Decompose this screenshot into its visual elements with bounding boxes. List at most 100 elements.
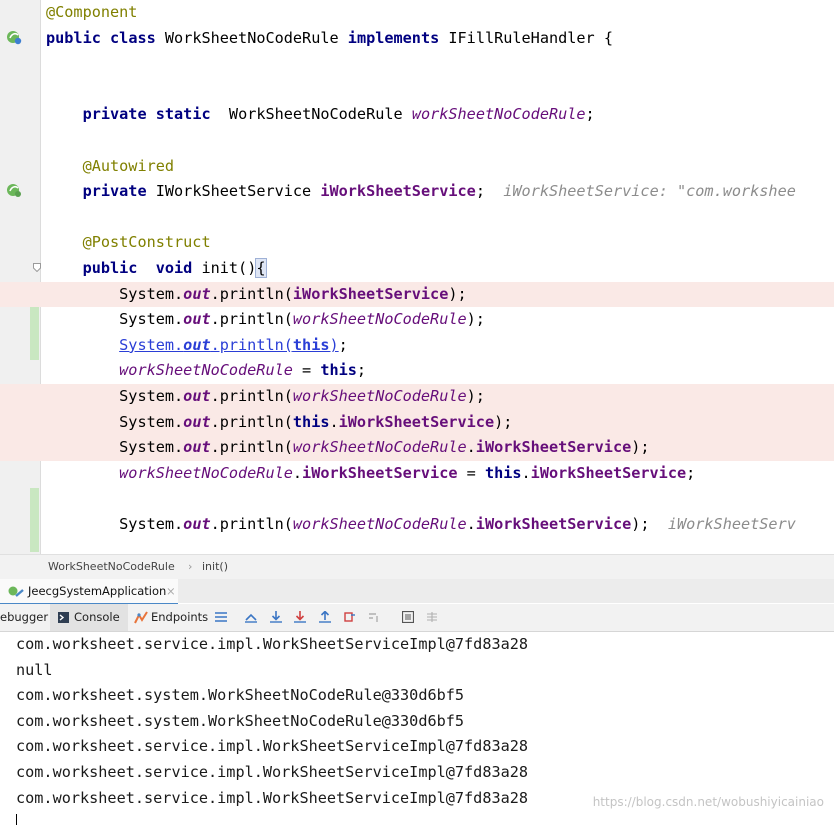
console-line: com.worksheet.service.impl.WorkSheetServ… bbox=[16, 763, 529, 781]
field: iWorkSheetService bbox=[320, 182, 476, 201]
dot: . bbox=[329, 412, 339, 431]
console-line: com.worksheet.system.WorkSheetNoCodeRule… bbox=[16, 711, 465, 730]
keyword[interactable]: this bbox=[293, 336, 330, 354]
debug-toolbar: ebugger Console Endpoints bbox=[0, 604, 834, 632]
class-ref-link[interactable]: System. bbox=[119, 336, 183, 354]
keyword: implements bbox=[347, 28, 440, 47]
dot: . bbox=[521, 463, 531, 482]
drop-frame-icon[interactable] bbox=[344, 611, 356, 623]
step-out-icon[interactable] bbox=[319, 611, 331, 623]
debug-inline-value: iWorkSheetService: "com.workshee bbox=[503, 182, 796, 201]
show-execution-point-icon[interactable] bbox=[245, 611, 257, 623]
keyword: private bbox=[82, 182, 147, 201]
annotation: @PostConstruct bbox=[82, 233, 211, 252]
trace-icon[interactable] bbox=[426, 611, 438, 623]
field: iWorkSheetService bbox=[338, 412, 495, 431]
tab-debugger[interactable]: ebugger bbox=[0, 604, 48, 631]
field: iWorkSheetService bbox=[475, 515, 632, 533]
code-line-breakpoint[interactable]: System.out.println(iWorkSheetService); bbox=[0, 281, 834, 308]
keyword: this bbox=[292, 412, 330, 431]
keyword: class bbox=[110, 28, 156, 47]
method-call-link[interactable]: .println( bbox=[211, 336, 293, 354]
static-field: workSheetNoCodeRule bbox=[411, 105, 586, 124]
tab-console-label: Console bbox=[74, 610, 120, 624]
menu-icon[interactable] bbox=[215, 611, 227, 623]
close-icon[interactable]: × bbox=[166, 579, 176, 603]
debug-tab-bar: JeecgSystemApplication × bbox=[0, 579, 834, 605]
code-line[interactable]: @PostConstruct bbox=[0, 230, 834, 256]
code-line-breakpoint[interactable]: System.out.println(workSheetNoCodeRule.i… bbox=[0, 435, 834, 461]
static-field: out bbox=[183, 310, 211, 329]
class-ref: System. bbox=[119, 284, 184, 303]
brace: { bbox=[255, 258, 267, 278]
static-field: out bbox=[183, 387, 211, 405]
tab-endpoints[interactable]: Endpoints bbox=[132, 604, 210, 631]
debug-inline-value: iWorkSheetServ bbox=[667, 515, 796, 533]
punct: ; bbox=[338, 335, 348, 354]
breadcrumb-separator: › bbox=[188, 560, 193, 573]
class-ref: System. bbox=[119, 438, 184, 457]
code-line[interactable]: @Component bbox=[0, 0, 834, 26]
keyword: this bbox=[484, 463, 522, 482]
console-line: com.worksheet.service.impl.WorkSheetServ… bbox=[16, 737, 529, 756]
run-to-cursor-icon[interactable] bbox=[368, 611, 380, 623]
method-name: init() bbox=[201, 259, 257, 277]
punct: ); bbox=[448, 284, 467, 303]
evaluate-expression-icon[interactable] bbox=[402, 611, 414, 623]
code-line[interactable]: System.out.println(workSheetNoCodeRule.i… bbox=[0, 512, 834, 538]
method-call: .println( bbox=[210, 412, 293, 431]
console-line: com.worksheet.system.WorkSheetNoCodeRule… bbox=[16, 686, 465, 705]
code-line[interactable]: public void init(){ bbox=[0, 256, 834, 282]
method-call: .println( bbox=[210, 515, 293, 533]
tab-jeecg-system-application[interactable]: JeecgSystemApplication × bbox=[0, 579, 178, 605]
code-line[interactable]: private static WorkSheetNoCodeRule workS… bbox=[0, 102, 834, 128]
keyword: private bbox=[82, 105, 147, 124]
class-ref: System. bbox=[119, 310, 184, 329]
static-field: workSheetNoCodeRule bbox=[292, 515, 467, 533]
code-line[interactable]: System.out.println(workSheetNoCodeRule); bbox=[0, 307, 834, 333]
code-line-breakpoint[interactable]: System.out.println(this.iWorkSheetServic… bbox=[0, 409, 834, 436]
interface-name: IFillRuleHandler bbox=[448, 28, 595, 47]
step-into-icon[interactable] bbox=[294, 611, 306, 623]
code-line[interactable]: System.out.println(this); bbox=[0, 333, 834, 359]
type-name: WorkSheetNoCodeRule bbox=[228, 105, 403, 124]
console-line: com.worksheet.service.impl.WorkSheetServ… bbox=[16, 788, 529, 807]
code-line-breakpoint[interactable]: System.out.println(workSheetNoCodeRule); bbox=[0, 384, 834, 410]
endpoints-icon bbox=[134, 611, 148, 624]
code-line[interactable]: workSheetNoCodeRule.iWorkSheetService = … bbox=[0, 461, 834, 487]
annotation: @Component bbox=[46, 3, 138, 21]
field: iWorkSheetService bbox=[530, 463, 687, 482]
class-ref: System. bbox=[119, 412, 184, 431]
punct: ); bbox=[466, 387, 485, 405]
keyword: public bbox=[46, 28, 101, 47]
code-editor[interactable]: @Component public class WorkSheetNoCodeR… bbox=[0, 0, 834, 554]
static-field: workSheetNoCodeRule bbox=[292, 438, 467, 457]
punct: ; bbox=[356, 361, 367, 380]
code-line[interactable]: workSheetNoCodeRule = this; bbox=[0, 358, 834, 384]
tab-endpoints-label: Endpoints bbox=[151, 610, 209, 624]
keyword: this bbox=[320, 361, 357, 380]
breadcrumb-method[interactable]: init() bbox=[202, 555, 228, 579]
static-field: out bbox=[183, 284, 211, 303]
console-line: com.worksheet.service.impl.WorkSheetServ… bbox=[16, 635, 529, 653]
breadcrumb: WorkSheetNoCodeRule › init() bbox=[0, 554, 834, 579]
punct: ); bbox=[631, 515, 650, 533]
static-field: workSheetNoCodeRule bbox=[292, 387, 467, 405]
code-line[interactable]: public class WorkSheetNoCodeRule impleme… bbox=[0, 26, 834, 52]
code-line[interactable]: private IWorkSheetService iWorkSheetServ… bbox=[0, 179, 834, 205]
console-line: null bbox=[16, 660, 53, 679]
keyword: void bbox=[155, 259, 193, 277]
operator: = bbox=[292, 361, 321, 380]
spring-boot-app-icon bbox=[8, 586, 24, 597]
keyword: public bbox=[82, 259, 138, 277]
paren[interactable]: ) bbox=[329, 336, 338, 354]
breadcrumb-class[interactable]: WorkSheetNoCodeRule bbox=[48, 555, 175, 579]
static-field: out bbox=[183, 515, 211, 533]
field: iWorkSheetService bbox=[475, 438, 632, 457]
step-over-icon[interactable] bbox=[270, 611, 282, 623]
tab-console[interactable]: Console bbox=[50, 604, 128, 631]
static-field-link[interactable]: out bbox=[183, 336, 210, 354]
static-field: workSheetNoCodeRule bbox=[119, 463, 293, 482]
static-field: workSheetNoCodeRule bbox=[292, 310, 467, 329]
code-line[interactable]: @Autowired bbox=[0, 154, 834, 180]
